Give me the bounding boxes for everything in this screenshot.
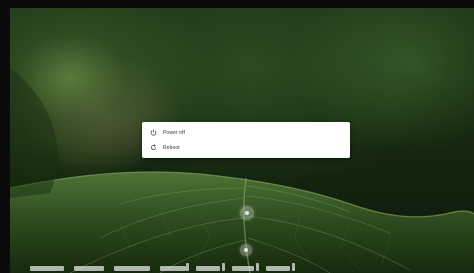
session-button[interactable] [240, 244, 252, 256]
panel-icon[interactable] [186, 263, 189, 271]
panel-item[interactable] [266, 266, 290, 271]
panel-icon[interactable] [256, 263, 259, 271]
panel-item[interactable] [196, 266, 220, 271]
reboot-icon [149, 144, 157, 152]
menu-item-label: Reboot [163, 144, 180, 151]
menu-item-power-off[interactable]: Power off [142, 125, 350, 140]
power-menu: Power off Reboot [142, 122, 350, 158]
menu-item-label: Power off [163, 129, 185, 136]
panel-item[interactable] [114, 266, 150, 271]
panel-item[interactable] [232, 266, 254, 271]
bottom-panel [10, 262, 474, 273]
panel-icon[interactable] [222, 263, 225, 271]
panel-item[interactable] [74, 266, 104, 271]
power-icon [149, 129, 157, 137]
user-avatar-button[interactable] [240, 206, 254, 220]
menu-item-reboot[interactable]: Reboot [142, 140, 350, 155]
panel-item[interactable] [30, 266, 64, 271]
panel-icon[interactable] [292, 263, 295, 271]
panel-item[interactable] [160, 266, 186, 271]
desktop-screen: Power off Reboot [0, 0, 474, 273]
